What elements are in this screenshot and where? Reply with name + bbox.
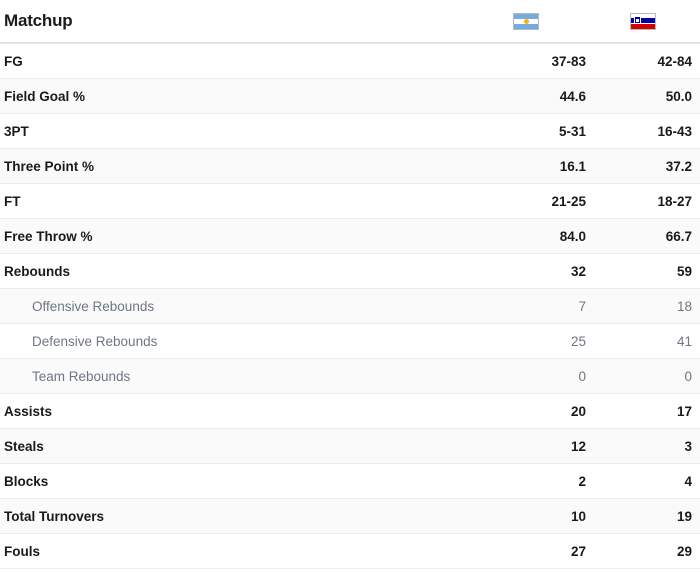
stat-value-team-a: 10 xyxy=(570,508,586,524)
stat-label: Three Point % xyxy=(4,158,95,174)
stat-label: Field Goal % xyxy=(4,88,86,104)
stat-row: Fouls 27 29 xyxy=(0,534,700,569)
stat-row: 3PT 5-31 16-43 xyxy=(0,114,700,149)
stat-value-team-b: 18 xyxy=(676,298,692,314)
stat-value-team-a: 7 xyxy=(578,298,586,314)
stat-row: Blocks 2 4 xyxy=(0,464,700,499)
stat-label: FT xyxy=(4,193,21,209)
stat-sub-row: Team Rebounds 0 0 xyxy=(0,359,700,394)
team-b-header-cell xyxy=(586,12,700,30)
stat-row: Field Goal % 44.6 50.0 xyxy=(0,79,700,114)
stat-value-team-b: 29 xyxy=(676,543,692,559)
stat-value-team-a: 0 xyxy=(578,368,586,384)
stat-label: Rebounds xyxy=(4,263,70,279)
stat-value-team-a: 20 xyxy=(570,403,586,419)
matchup-stats-table: FG 37-83 42-84 Field Goal % 44.6 50.0 3PT 5-31 1… xyxy=(0,44,700,569)
stat-value-team-b: 50.0 xyxy=(665,88,692,104)
stat-sub-row: Defensive Rebounds 25 41 xyxy=(0,324,700,359)
stat-label: 3PT xyxy=(4,123,29,139)
stat-label: FG xyxy=(4,53,23,69)
stat-value-team-b: 17 xyxy=(676,403,692,419)
stat-value-team-a: 16.1 xyxy=(559,158,586,174)
stat-value-team-a: 5-31 xyxy=(558,123,586,139)
stat-value-team-a: 2 xyxy=(578,473,586,489)
stat-row: Free Throw % 84.0 66.7 xyxy=(0,219,700,254)
stat-row: Three Point % 16.1 37.2 xyxy=(0,149,700,184)
stat-sub-row: Offensive Rebounds 7 18 xyxy=(0,289,700,324)
slovenia-flag-icon xyxy=(630,12,656,30)
stat-value-team-b: 42-84 xyxy=(657,53,692,69)
stat-label: Team Rebounds xyxy=(32,368,131,384)
matchup-header: Matchup xyxy=(0,0,700,44)
stat-value-team-b: 37.2 xyxy=(665,158,692,174)
stat-row: FT 21-25 18-27 xyxy=(0,184,700,219)
stat-value-team-b: 3 xyxy=(684,438,692,454)
stat-row: Rebounds 32 59 xyxy=(0,254,700,289)
stat-value-team-a: 44.6 xyxy=(559,88,586,104)
stat-value-team-b: 19 xyxy=(676,508,692,524)
stat-value-team-a: 84.0 xyxy=(559,228,586,244)
stat-value-team-b: 59 xyxy=(676,263,692,279)
stat-label: Total Turnovers xyxy=(4,508,105,524)
stat-label: Blocks xyxy=(4,473,49,489)
stat-value-team-a: 37-83 xyxy=(551,53,586,69)
stat-label: Defensive Rebounds xyxy=(32,333,158,349)
matchup-panel: Matchup FG 37-83 42-84 Field Goal % 44.6 50.0… xyxy=(0,0,700,573)
stat-label: Fouls xyxy=(4,543,40,559)
stat-value-team-b: 16-43 xyxy=(657,123,692,139)
stat-value-team-b: 0 xyxy=(684,368,692,384)
page-title: Matchup xyxy=(4,11,73,30)
stat-row: FG 37-83 42-84 xyxy=(0,44,700,79)
stat-label: Offensive Rebounds xyxy=(32,298,155,314)
stat-value-team-a: 32 xyxy=(570,263,586,279)
stat-value-team-b: 41 xyxy=(676,333,692,349)
stat-value-team-a: 12 xyxy=(570,438,586,454)
stat-value-team-b: 4 xyxy=(684,473,692,489)
stat-row: Assists 20 17 xyxy=(0,394,700,429)
team-a-header-cell xyxy=(466,12,586,30)
stat-label: Assists xyxy=(4,403,53,419)
stat-value-team-b: 66.7 xyxy=(665,228,692,244)
team-flags-header xyxy=(466,0,700,42)
stat-row: Total Turnovers 10 19 xyxy=(0,499,700,534)
stat-row: Steals 12 3 xyxy=(0,429,700,464)
stat-value-team-a: 21-25 xyxy=(551,193,586,209)
argentina-flag-icon xyxy=(513,12,539,30)
stat-value-team-b: 18-27 xyxy=(657,193,692,209)
stat-label: Steals xyxy=(4,438,44,454)
stat-value-team-a: 27 xyxy=(570,543,586,559)
stat-label: Free Throw % xyxy=(4,228,93,244)
stat-value-team-a: 25 xyxy=(570,333,586,349)
